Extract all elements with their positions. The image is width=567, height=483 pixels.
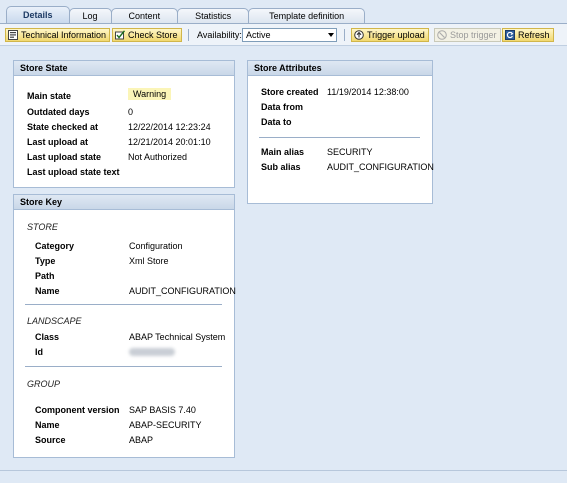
stop-trigger-button[interactable]: Stop trigger: [434, 28, 501, 42]
main-state-label: Main state: [27, 91, 72, 101]
last-upload-state-text-label: Last upload state text: [27, 167, 120, 177]
divider: [25, 304, 222, 305]
name-label: Name: [35, 286, 60, 296]
type-label: Type: [35, 256, 56, 266]
trigger-upload-label: Trigger upload: [367, 30, 425, 40]
main-alias-label: Main alias: [261, 147, 305, 157]
tab-content[interactable]: Content: [110, 8, 179, 24]
check-store-icon: [115, 30, 126, 40]
stop-trigger-icon: [437, 30, 447, 40]
trigger-upload-icon: [354, 30, 364, 40]
landscape-section-heading: LANDSCAPE: [27, 316, 82, 326]
toolbar: Technical Information Check Store Availa…: [0, 24, 567, 46]
tab-strip: Details Log Content Statistics Template …: [6, 6, 366, 24]
trigger-upload-button[interactable]: Trigger upload: [351, 28, 429, 42]
availability-select[interactable]: Active: [242, 28, 337, 42]
outdated-days-label: Outdated days: [27, 107, 90, 117]
state-checked-at-value: 12/22/2014 12:23:24: [128, 122, 211, 132]
redacted-id: [129, 348, 175, 356]
component-version-label: Component version: [35, 405, 120, 415]
technical-information-button[interactable]: Technical Information: [5, 28, 111, 42]
chevron-down-icon: [328, 33, 334, 37]
source-value: ABAP: [129, 435, 154, 445]
store-state-title: Store State: [14, 61, 234, 76]
state-checked-at-label: State checked at: [27, 122, 99, 132]
last-upload-state-value: Not Authorized: [128, 152, 188, 162]
toolbar-separator: [344, 29, 345, 41]
class-value: ABAP Technical System: [129, 332, 226, 342]
category-label: Category: [35, 241, 75, 251]
id-value-redacted: [129, 348, 175, 358]
last-upload-state-label: Last upload state: [27, 152, 102, 162]
check-store-label: Check Store: [128, 30, 178, 40]
store-attributes-title: Store Attributes: [248, 61, 432, 76]
data-from-label: Data from: [261, 102, 304, 112]
toolbar-separator: [188, 29, 189, 41]
source-label: Source: [35, 435, 66, 445]
last-upload-at-label: Last upload at: [27, 137, 89, 147]
refresh-icon: [505, 30, 515, 40]
store-created-label: Store created: [261, 87, 319, 97]
id-label: Id: [35, 347, 43, 357]
tab-log[interactable]: Log: [68, 8, 112, 24]
tab-template-definition[interactable]: Template definition: [248, 8, 366, 24]
last-upload-at-value: 12/21/2014 20:01:10: [128, 137, 211, 147]
store-key-title: Store Key: [14, 195, 234, 210]
availability-value: Active: [246, 30, 271, 40]
group-name-value: ABAP-SECURITY: [129, 420, 202, 430]
type-value: Xml Store: [129, 256, 169, 266]
group-section-heading: GROUP: [27, 379, 61, 389]
store-attributes-panel: Store Attributes Store created 11/19/201…: [247, 60, 434, 204]
outdated-days-value: 0: [128, 107, 134, 117]
main-state-value: Warning: [128, 88, 172, 100]
tab-statistics[interactable]: Statistics: [177, 8, 250, 24]
path-label: Path: [35, 271, 55, 281]
footer-divider: [0, 470, 567, 471]
store-section-heading: STORE: [27, 222, 58, 232]
technical-info-icon: [8, 30, 18, 40]
component-version-value: SAP BASIS 7.40: [129, 405, 196, 415]
status-badge: Warning: [128, 88, 172, 100]
divider: [25, 366, 222, 367]
store-created-value: 11/19/2014 12:38:00: [327, 87, 409, 97]
sub-alias-value: AUDIT_CONFIGURATION: [327, 162, 434, 172]
availability-label: Availability:: [197, 30, 242, 40]
group-name-label: Name: [35, 420, 60, 430]
name-value: AUDIT_CONFIGURATION: [129, 286, 236, 296]
technical-information-label: Technical Information: [21, 30, 107, 40]
check-store-button[interactable]: Check Store: [112, 28, 182, 42]
store-state-panel: Store State Main state Warning Outdated …: [13, 60, 235, 188]
category-value: Configuration: [129, 241, 183, 251]
divider: [259, 137, 420, 138]
main-alias-value: SECURITY: [327, 147, 373, 157]
refresh-button[interactable]: Refresh: [502, 28, 554, 42]
tab-details[interactable]: Details: [6, 6, 70, 24]
data-to-label: Data to: [261, 117, 292, 127]
sub-alias-label: Sub alias: [261, 162, 301, 172]
refresh-label: Refresh: [518, 30, 550, 40]
store-key-panel: Store Key STORE Category Configuration T…: [13, 194, 236, 458]
class-label: Class: [35, 332, 60, 342]
stop-trigger-label: Stop trigger: [450, 30, 497, 40]
